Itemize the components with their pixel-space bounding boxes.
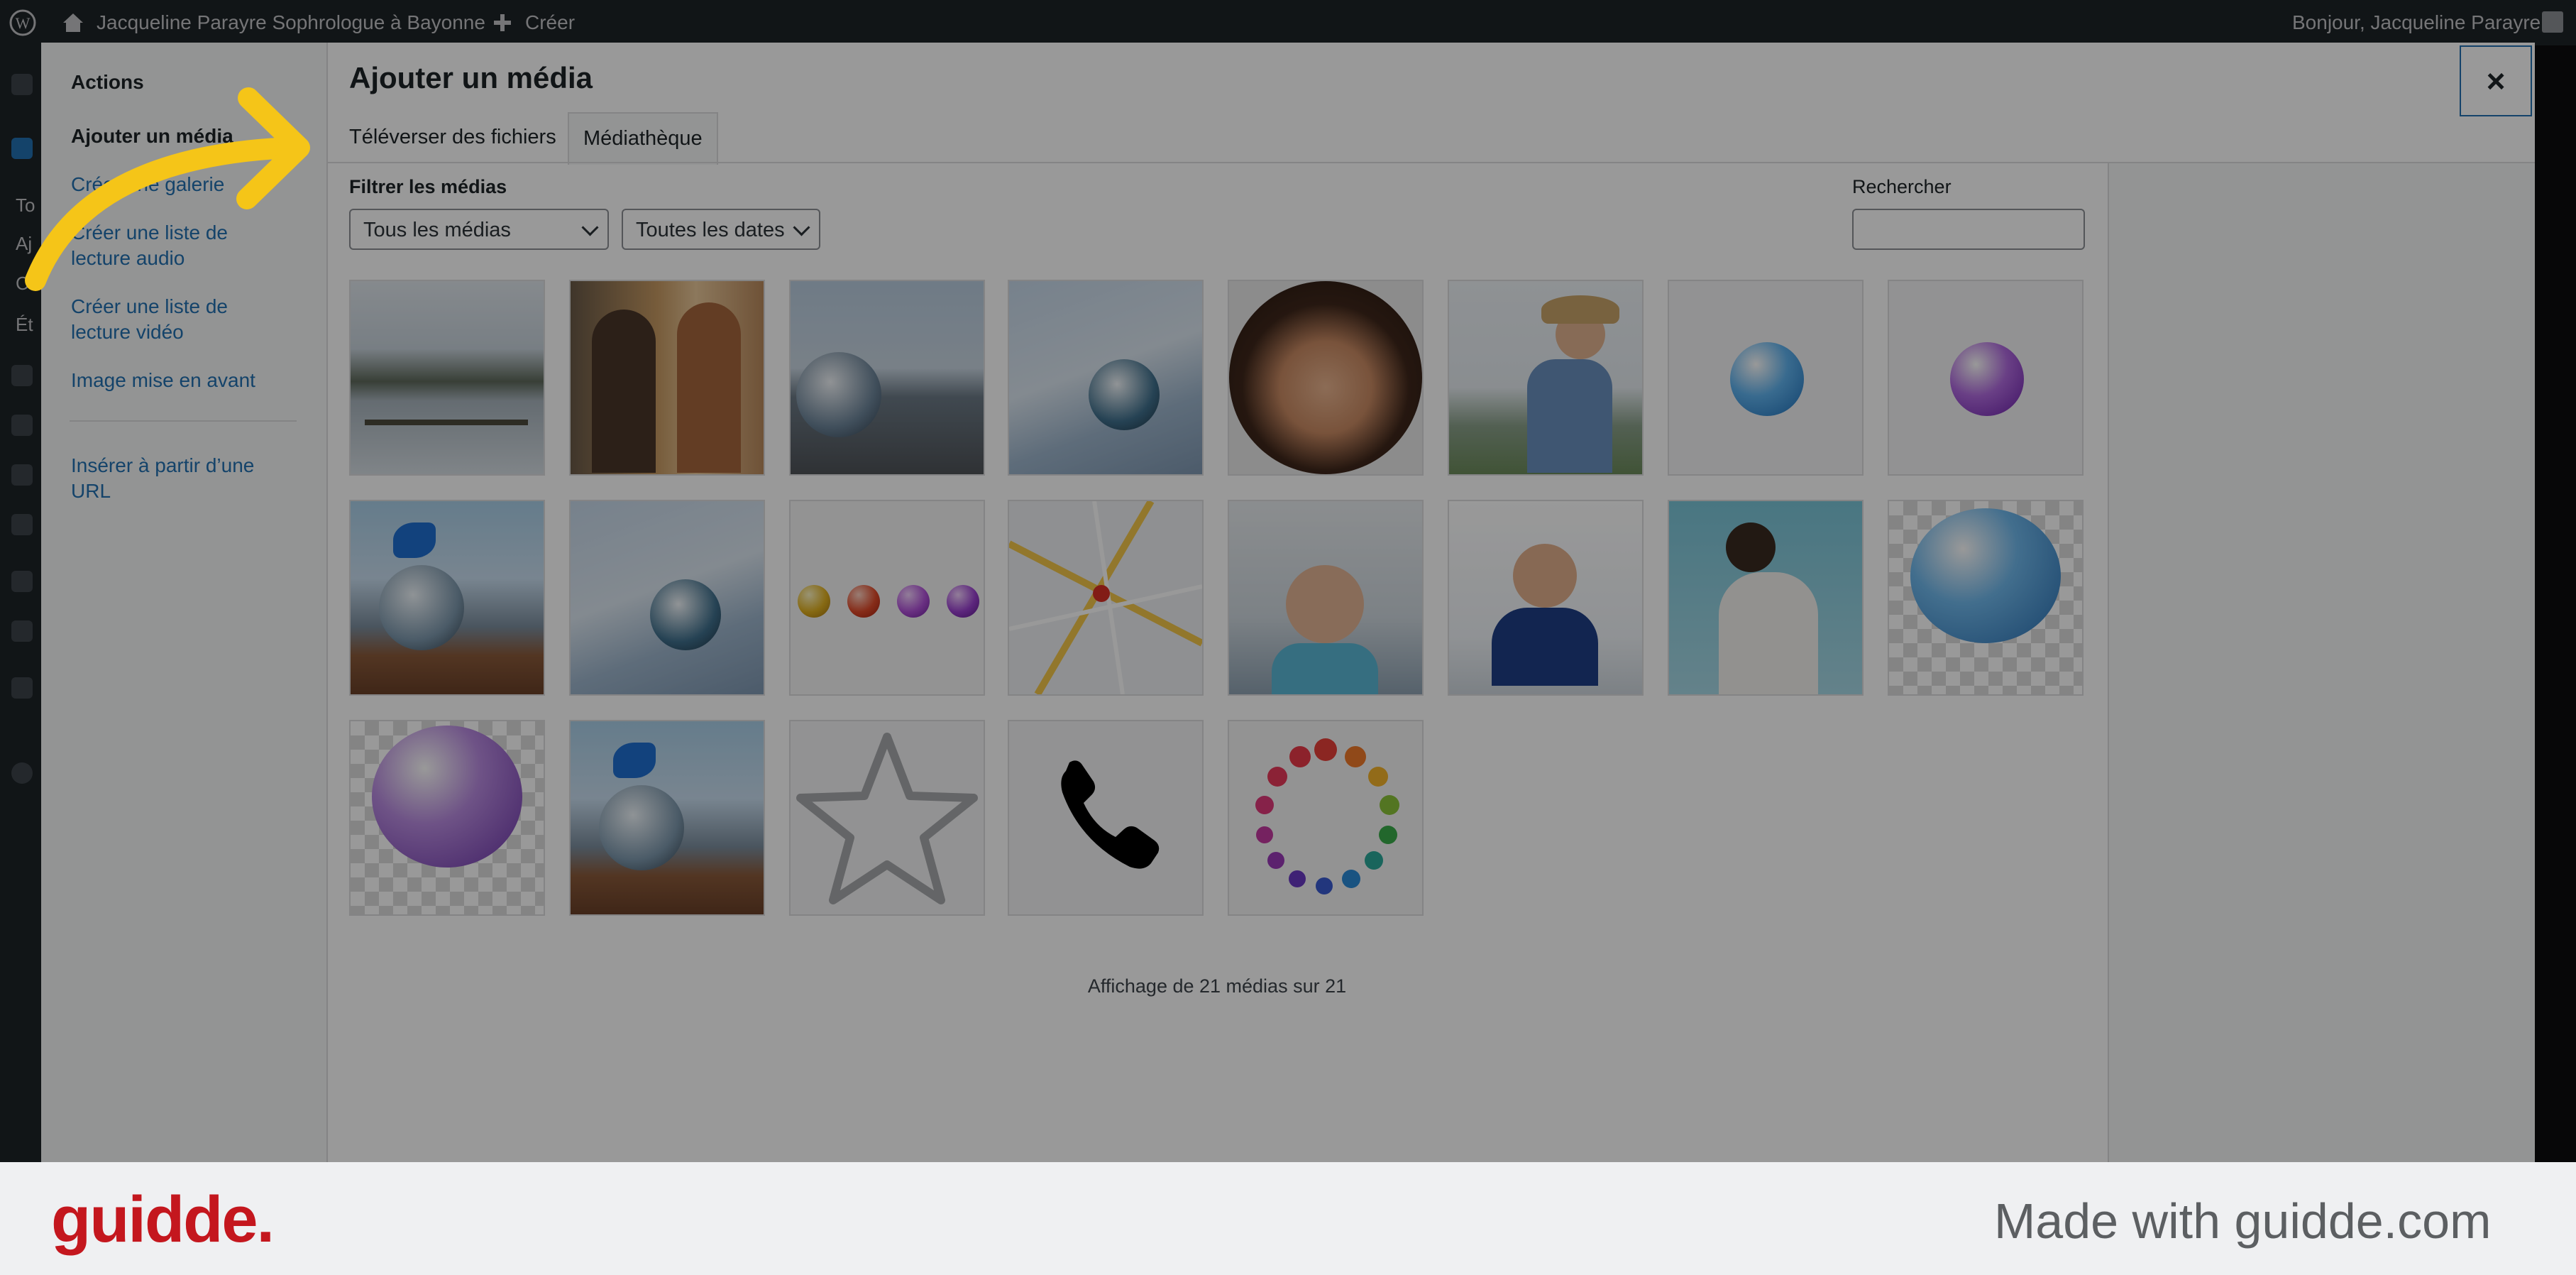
close-icon: × <box>2486 62 2506 99</box>
media-item[interactable] <box>1008 720 1204 916</box>
media-count-text: Affichage de 21 médias sur 21 <box>1087 975 1347 997</box>
person-face <box>1513 544 1577 608</box>
rowing-boat <box>365 420 528 425</box>
modal-title: Ajouter un média <box>349 61 593 94</box>
person-silhouette <box>677 302 741 473</box>
menu-fragment-4: Ét <box>16 314 33 335</box>
media-icon <box>11 365 33 386</box>
person-dress <box>1719 572 1818 694</box>
yellow-sphere <box>798 585 830 618</box>
media-item[interactable] <box>1668 500 1864 696</box>
media-item[interactable] <box>1228 720 1424 916</box>
users-icon <box>11 571 33 592</box>
media-item[interactable] <box>1448 500 1644 696</box>
media-item[interactable] <box>1008 280 1204 476</box>
guide-arrow-icon <box>25 87 310 291</box>
media-item[interactable] <box>789 720 985 916</box>
purple-sphere-large <box>372 726 522 868</box>
plus-icon <box>494 14 511 31</box>
tab-media-library[interactable]: Médiathèque <box>568 112 718 165</box>
search-input[interactable] <box>1852 209 2085 250</box>
star-menu-icon <box>11 464 33 486</box>
media-item[interactable] <box>789 280 985 476</box>
butterfly <box>613 743 656 778</box>
new-content-link[interactable]: Créer <box>525 10 575 35</box>
filter-label: Filtrer les médias <box>349 176 507 197</box>
crystal-ball <box>650 579 721 650</box>
crystal-ball <box>796 352 881 437</box>
svg-text:W: W <box>16 14 31 32</box>
tools-icon <box>11 620 33 642</box>
person-hair <box>1726 522 1776 572</box>
search-label: Rechercher <box>1852 176 1952 197</box>
person-shirt <box>1272 643 1378 694</box>
media-item[interactable] <box>349 500 545 696</box>
media-item[interactable] <box>349 720 545 916</box>
media-item[interactable] <box>569 500 765 696</box>
rainbow-dots-icon <box>1255 738 1399 894</box>
media-item[interactable] <box>1228 280 1424 476</box>
admin-bar: W Jacqueline Parayre Sophrologue à Bayon… <box>0 0 2576 45</box>
menu-item-featured-image[interactable]: Image mise en avant <box>71 368 305 393</box>
avatar[interactable] <box>2542 11 2563 33</box>
purple-sphere <box>897 585 930 618</box>
media-item[interactable] <box>1888 500 2084 696</box>
media-item[interactable] <box>349 280 545 476</box>
media-item[interactable] <box>569 720 765 916</box>
purple-sphere <box>1950 342 2024 416</box>
menu-separator <box>70 420 297 422</box>
blue-sphere <box>1730 342 1804 416</box>
phone-icon <box>1061 760 1160 869</box>
crystal-ball <box>1089 359 1160 430</box>
close-button[interactable]: × <box>2460 45 2532 116</box>
violet-sphere <box>947 585 979 618</box>
blue-sphere-large <box>1910 508 2061 643</box>
made-with-text: Made with guidde.com <box>1994 1193 2492 1249</box>
pin-icon <box>11 514 33 535</box>
crystal-ball <box>599 785 684 870</box>
person-face <box>1286 565 1364 643</box>
wordpress-logo-icon[interactable]: W <box>9 9 37 37</box>
person-shirt <box>1527 359 1612 473</box>
date-select-value: Toutes les dates <box>636 219 785 241</box>
guidde-logo: guidde. <box>51 1183 275 1256</box>
menu-item-insert-url[interactable]: Insérer à partir d’une URL <box>71 453 284 504</box>
media-item[interactable] <box>569 280 765 476</box>
person-silhouette <box>592 310 656 473</box>
media-item[interactable] <box>1008 500 1204 696</box>
attachment-details-sidebar <box>2108 163 2535 1162</box>
media-item[interactable] <box>1228 500 1424 696</box>
pages-icon <box>11 415 33 436</box>
account-greeting[interactable]: Bonjour, Jacqueline Parayre <box>2292 10 2541 35</box>
hat <box>1541 295 1619 324</box>
media-item[interactable] <box>789 500 985 696</box>
crystal-ball <box>379 565 464 650</box>
star-outline-icon <box>796 733 978 904</box>
chevron-down-icon <box>581 219 599 236</box>
settings-icon <box>11 677 33 699</box>
media-item[interactable] <box>1668 280 1864 476</box>
date-select[interactable]: Toutes les dates <box>622 209 820 250</box>
map-image <box>1009 501 1202 694</box>
portrait-photo <box>1229 281 1422 474</box>
tab-upload-files[interactable]: Téléverser des fichiers <box>349 112 556 162</box>
media-item[interactable] <box>1888 280 2084 476</box>
media-item[interactable] <box>1448 280 1644 476</box>
home-icon <box>63 13 83 32</box>
red-sphere <box>847 585 880 618</box>
chevron-down-icon <box>793 219 810 236</box>
butterfly <box>393 522 436 558</box>
site-name-link[interactable]: Jacqueline Parayre Sophrologue à Bayonne <box>97 10 485 35</box>
person-shirt <box>1492 608 1598 686</box>
media-type-select[interactable]: Tous les médias <box>349 209 609 250</box>
media-type-select-value: Tous les médias <box>363 219 511 241</box>
collapse-icon <box>11 762 33 784</box>
